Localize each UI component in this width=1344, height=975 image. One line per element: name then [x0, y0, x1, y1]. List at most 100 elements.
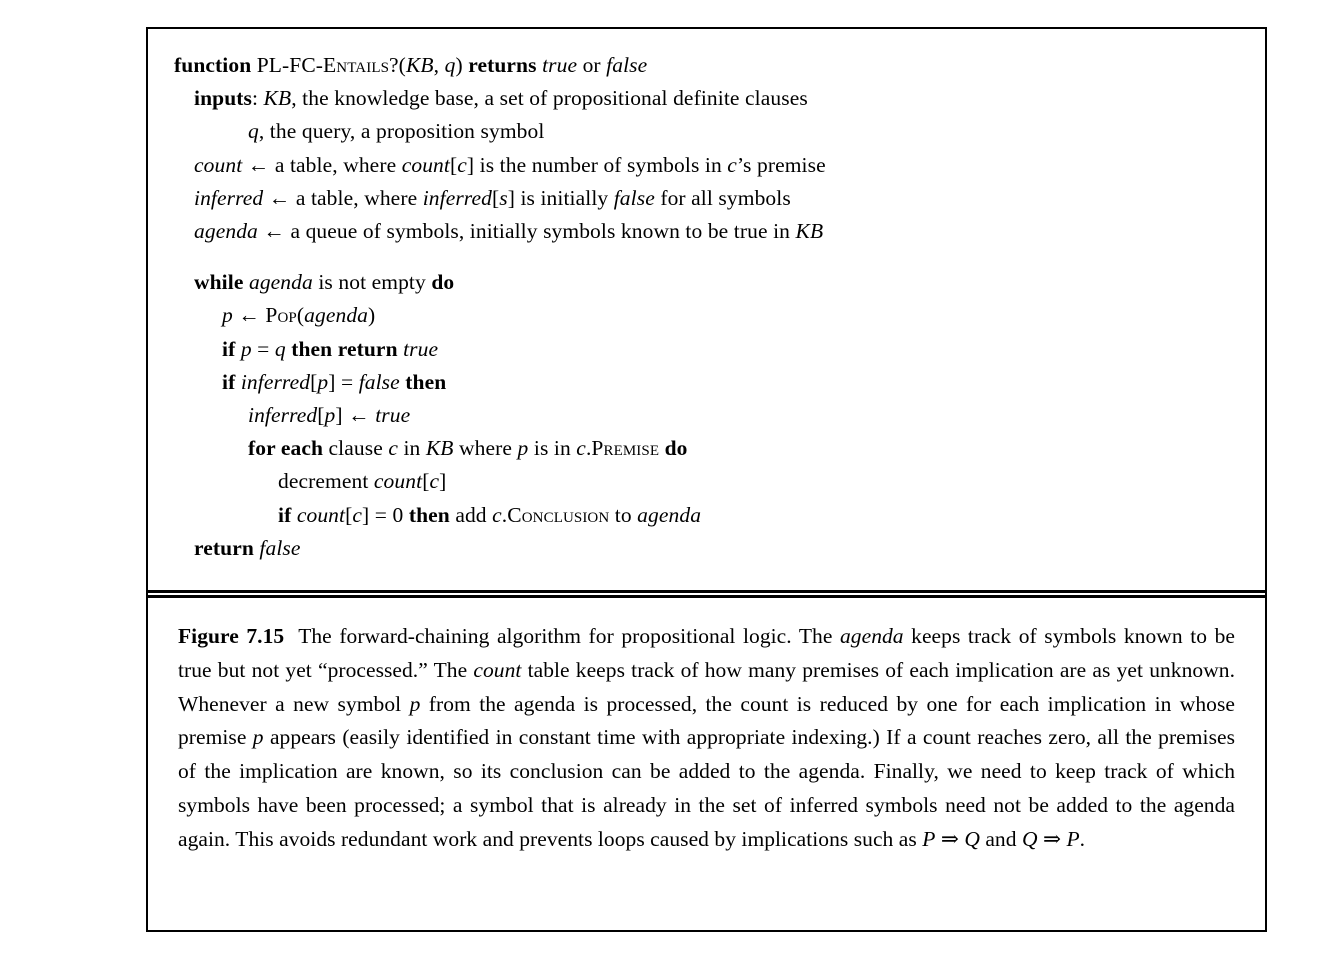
literal-true: true: [403, 336, 439, 361]
bracket-open: [: [317, 403, 325, 428]
implication-arrow-1: ⇒: [935, 826, 965, 851]
input-q: q: [248, 119, 259, 144]
code-line-count-init: count ← a table, where count[c] is the n…: [174, 149, 1239, 182]
caption-and: and: [979, 826, 1022, 851]
caption-var-p-2: p: [252, 725, 264, 750]
caption-prop-P-1: P: [922, 826, 936, 851]
inferred-text-c: for all symbols: [654, 185, 791, 210]
bracket-close: ]: [439, 469, 447, 494]
figure-divider: [148, 590, 1265, 598]
words-is-in: is in: [528, 436, 577, 461]
count-text-c: ’s premise: [736, 152, 826, 177]
keyword-returns: returns: [468, 53, 537, 77]
var-c: c: [492, 502, 502, 527]
bracket-close: ]: [328, 369, 336, 394]
var-p: p: [324, 403, 336, 428]
literal-false: false: [259, 535, 301, 560]
keyword-then: then: [405, 369, 447, 394]
var-count-ref: count: [401, 152, 450, 177]
var-count: count: [373, 469, 423, 494]
code-line-inputs-query: q, the query, a proposition symbol: [174, 115, 1239, 148]
field-conclusion: Conclusion: [507, 502, 610, 527]
caption-term-agenda: agenda: [840, 624, 904, 648]
code-line-inferred-init: inferred ← a table, where inferred[s] is…: [174, 182, 1239, 215]
var-c: c: [388, 436, 398, 461]
var-count: count: [194, 152, 243, 177]
field-premise: Premise: [591, 436, 660, 461]
function-pop: Pop: [265, 303, 297, 328]
code-line-pop: p ← Pop(agenda): [174, 299, 1239, 332]
var-s: s: [499, 185, 508, 210]
var-c: c: [457, 152, 467, 177]
var-agenda: agenda: [637, 502, 702, 527]
var-c: c: [352, 502, 363, 527]
assign-arrow: ←: [257, 219, 291, 244]
divider-rule-top: [148, 590, 1265, 593]
assign-arrow: ←: [342, 403, 376, 428]
var-agenda: agenda: [304, 303, 369, 328]
count-text-a: a table, where: [274, 152, 402, 177]
figure-box: function PL-FC-Entails?(KB, q) returns t…: [146, 27, 1267, 932]
keyword-function: function: [174, 53, 252, 77]
code-line-inputs: inputs: KB, the knowledge base, a set of…: [174, 82, 1239, 115]
word-to: to: [609, 502, 638, 527]
caption-label: Figure 7.15: [178, 624, 285, 648]
var-c: c: [429, 469, 440, 494]
word-where: where: [453, 436, 518, 461]
param-q: q: [444, 53, 456, 77]
code-line-agenda-init: agenda ← a queue of symbols, initially s…: [174, 215, 1239, 248]
var-agenda: agenda: [194, 219, 258, 244]
var-kb: KB: [425, 436, 454, 461]
caption-prop-P-2: P: [1066, 826, 1080, 851]
keyword-if: if: [278, 502, 292, 527]
keyword-then: then: [408, 502, 450, 527]
var-p: p: [240, 336, 252, 361]
caption-part1: The forward-chaining algorithm for propo…: [298, 624, 840, 648]
agenda-text: a queue of symbols, initially symbols kn…: [290, 219, 796, 244]
param-separator: ,: [433, 53, 445, 77]
operator-equals: =: [251, 336, 275, 361]
var-kb: KB: [795, 219, 824, 244]
var-inferred: inferred: [194, 185, 264, 210]
implication-arrow-2: ⇒: [1037, 826, 1067, 851]
literal-false: false: [606, 53, 648, 77]
var-p: p: [222, 303, 233, 328]
code-line-set-inferred-true: inferred[p] ← true: [174, 399, 1239, 432]
caption-prop-Q-2: Q: [1021, 826, 1038, 851]
literal-true: true: [375, 403, 411, 428]
literal-false: false: [613, 185, 655, 210]
keyword-if: if: [222, 369, 236, 394]
paren-close: ): [455, 53, 469, 77]
code-line-return-false: return false: [174, 532, 1239, 565]
word-decrement: decrement: [278, 469, 374, 494]
code-line-decrement-count: decrement count[c]: [174, 465, 1239, 498]
caption-prop-Q-1: Q: [964, 826, 980, 851]
operator-equals: =: [335, 369, 359, 394]
code-line-function-header: function PL-FC-Entails?(KB, q) returns t…: [174, 49, 1239, 82]
code-line-if-count-zero: if count[c] = 0 then add c.Conclusion to…: [174, 499, 1239, 532]
param-kb: KB: [405, 53, 434, 77]
var-p: p: [517, 436, 529, 461]
caption-period: .: [1079, 826, 1086, 851]
figure-caption: Figure 7.15 The forward-chaining algorith…: [178, 620, 1235, 857]
algorithm-name-query: ?(: [389, 53, 406, 77]
algorithm-panel: function PL-FC-Entails?(KB, q) returns t…: [148, 29, 1265, 581]
input-kb: KB: [263, 86, 292, 111]
var-q: q: [274, 336, 286, 361]
keyword-then-return: then return: [291, 336, 398, 361]
keyword-inputs: inputs: [194, 86, 252, 111]
var-inferred: inferred: [248, 403, 318, 428]
bracket-close: ]: [335, 403, 343, 428]
word-clause: clause: [323, 436, 389, 461]
var-inferred: inferred: [240, 369, 311, 394]
var-count: count: [296, 502, 346, 527]
var-c-possessive: c: [727, 152, 737, 177]
keyword-do: do: [664, 436, 688, 461]
var-c: c: [576, 436, 586, 461]
assign-arrow: ←: [232, 303, 266, 328]
caption-var-p-1: p: [409, 691, 421, 716]
inferred-text-b: ] is initially: [507, 185, 614, 210]
word-or: or: [577, 53, 607, 77]
literal-false: false: [358, 369, 400, 394]
